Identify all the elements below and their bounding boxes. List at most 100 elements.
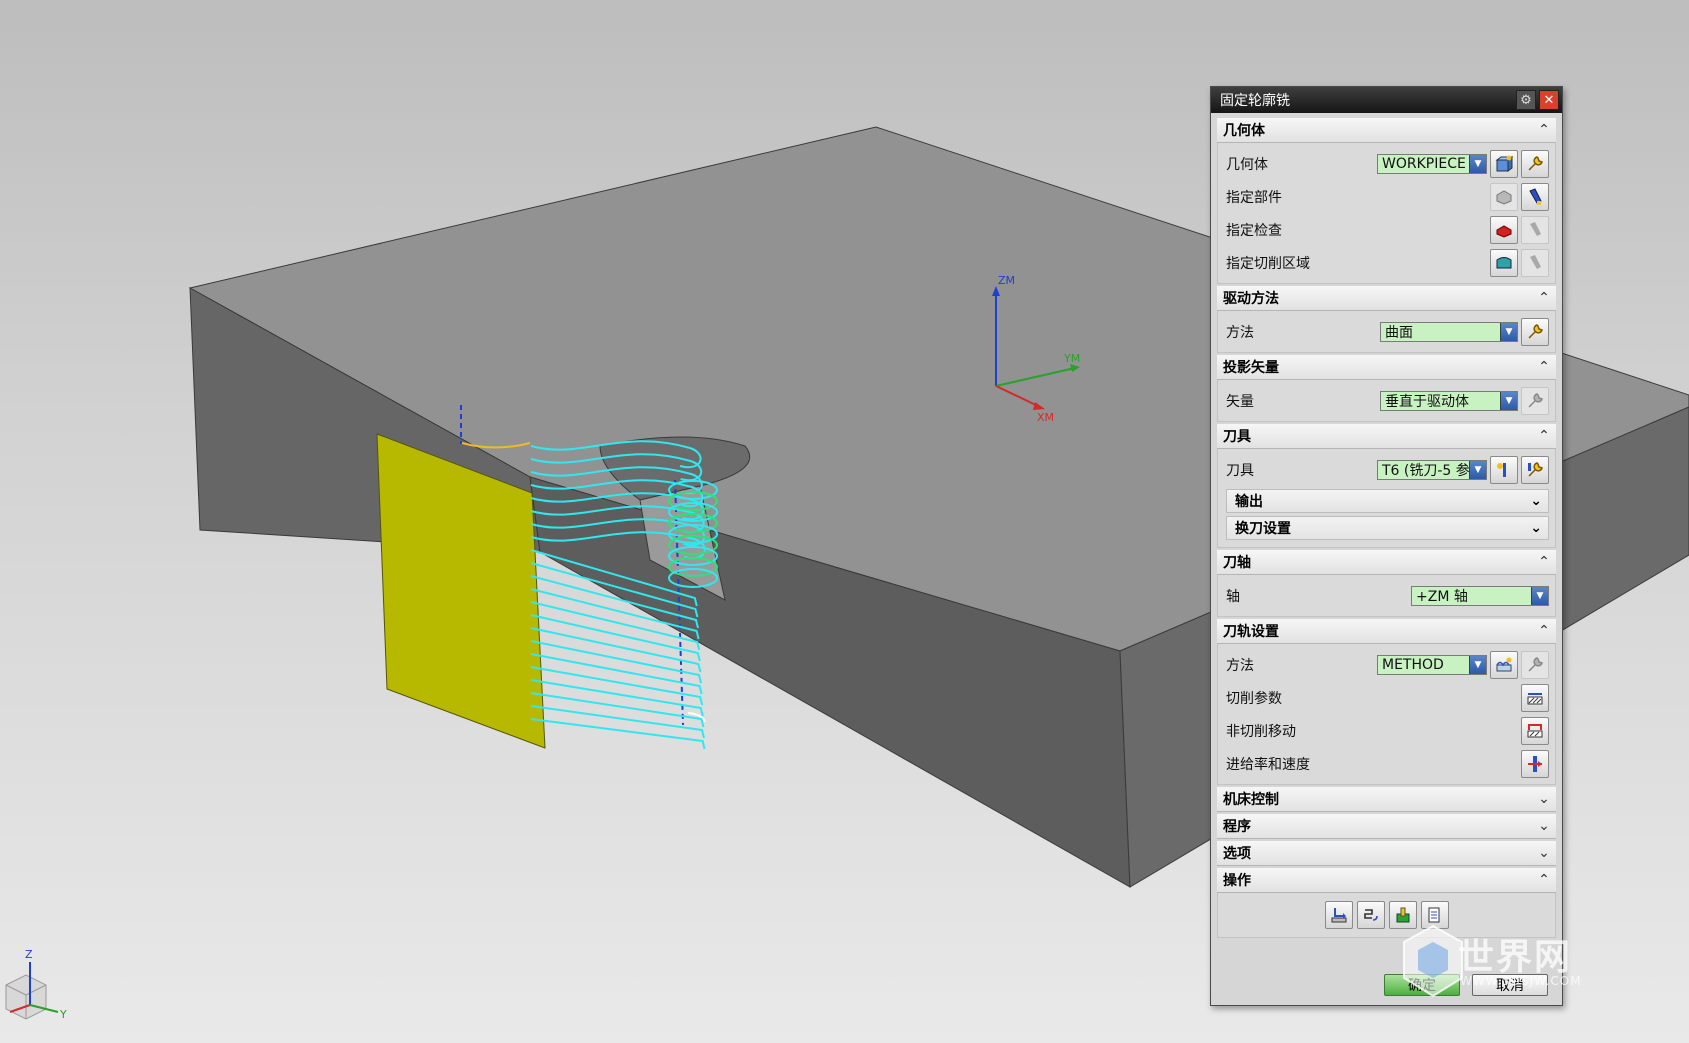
section-axis-body: 轴 +ZM 轴 ▼ xyxy=(1217,575,1556,617)
toolpath-pass xyxy=(530,718,706,750)
chevron-up-icon: ⌃ xyxy=(1538,872,1550,888)
vector-label: 矢量 xyxy=(1226,393,1254,410)
cut-params-icon[interactable] xyxy=(1521,683,1549,712)
section-title: 选项 xyxy=(1223,846,1251,862)
show-flashlight-icon[interactable] xyxy=(1521,215,1549,244)
section-projection-body: 矢量 垂直于驱动体 ▼ xyxy=(1217,380,1556,422)
section-tool-header[interactable]: 刀具 ⌃ xyxy=(1217,424,1556,449)
axis-label: 轴 xyxy=(1226,588,1240,605)
chevron-down-icon: ▼ xyxy=(1500,322,1517,341)
ok-button[interactable]: 确定 xyxy=(1384,974,1460,996)
drive-method-value: 曲面 xyxy=(1385,324,1413,341)
dialog-title-bar[interactable]: 固定轮廓铣 ⚙ ✕ xyxy=(1211,87,1562,113)
geometry-label: 几何体 xyxy=(1226,156,1268,173)
section-projection-header[interactable]: 投影矢量 ⌃ xyxy=(1217,355,1556,380)
chevron-down-icon: ▼ xyxy=(1469,460,1486,479)
drive-method-label: 方法 xyxy=(1226,324,1254,341)
non-cut-moves-label: 非切削移动 xyxy=(1226,723,1296,740)
vector-dropdown[interactable]: 垂直于驱动体 ▼ xyxy=(1380,390,1518,411)
specify-cut-area-row: 指定切削区域 xyxy=(1226,246,1549,279)
edit-tool-icon[interactable] xyxy=(1521,455,1549,484)
section-title: 驱动方法 xyxy=(1223,291,1279,307)
new-tool-icon[interactable] xyxy=(1490,455,1518,484)
output-label: 输出 xyxy=(1235,494,1263,510)
section-title: 程序 xyxy=(1223,819,1251,835)
section-actions-body xyxy=(1217,893,1556,938)
chevron-up-icon: ⌃ xyxy=(1538,122,1550,138)
section-geometry-header[interactable]: 几何体 ⌃ xyxy=(1217,118,1556,143)
axis-dropdown[interactable]: +ZM 轴 ▼ xyxy=(1411,585,1549,606)
select-check-icon[interactable] xyxy=(1490,215,1518,244)
section-geometry-body: 几何体 WORKPIECE ▼ 指定部件 指定检查 指定切削区域 xyxy=(1217,143,1556,284)
chevron-down-icon: ▼ xyxy=(1469,655,1486,674)
section-title: 刀具 xyxy=(1223,429,1251,445)
specify-check-row: 指定检查 xyxy=(1226,213,1549,246)
tool-change-label: 换刀设置 xyxy=(1235,521,1291,537)
geometry-dropdown[interactable]: WORKPIECE ▼ xyxy=(1377,153,1487,174)
select-cut-area-icon[interactable] xyxy=(1490,248,1518,277)
feeds-speeds-icon[interactable] xyxy=(1521,749,1549,778)
settings-gear-icon[interactable]: ⚙ xyxy=(1516,90,1536,110)
cancel-button[interactable]: 取消 xyxy=(1472,974,1548,996)
show-flashlight-icon[interactable] xyxy=(1521,182,1549,211)
output-group[interactable]: 输出 ⌄ xyxy=(1226,489,1549,513)
replay-icon[interactable] xyxy=(1356,901,1385,929)
chevron-down-icon: ⌄ xyxy=(1530,493,1542,509)
chevron-up-icon: ⌃ xyxy=(1538,554,1550,570)
edit-wrench-icon[interactable] xyxy=(1521,149,1549,178)
feeds-speeds-label: 进给率和速度 xyxy=(1226,756,1310,773)
feeds-speeds-row: 进给率和速度 xyxy=(1226,747,1549,780)
edit-wrench-icon[interactable] xyxy=(1521,650,1549,679)
section-title: 操作 xyxy=(1223,873,1251,889)
non-cut-moves-icon[interactable] xyxy=(1521,716,1549,745)
chevron-down-icon: ⌄ xyxy=(1538,818,1550,834)
generate-icon[interactable] xyxy=(1324,901,1353,929)
specify-part-row: 指定部件 xyxy=(1226,180,1549,213)
chevron-down-icon: ▼ xyxy=(1469,154,1486,173)
section-title: 几何体 xyxy=(1223,123,1265,139)
drive-method-row: 方法 曲面 ▼ xyxy=(1226,315,1549,348)
vector-value: 垂直于驱动体 xyxy=(1385,393,1469,410)
path-method-row: 方法 METHOD ▼ xyxy=(1226,648,1549,681)
section-axis-header[interactable]: 刀轴 ⌃ xyxy=(1217,550,1556,575)
chevron-down-icon: ▼ xyxy=(1500,391,1517,410)
verify-icon[interactable] xyxy=(1388,901,1417,929)
specify-check-label: 指定检查 xyxy=(1226,222,1282,239)
chevron-down-icon: ⌄ xyxy=(1530,520,1542,536)
new-geometry-icon[interactable] xyxy=(1490,149,1518,178)
section-tool-body: 刀具 T6 (铣刀-5 参 ▼ 输出 ⌄ 换刀设置 ⌄ xyxy=(1217,449,1556,548)
cut-params-label: 切削参数 xyxy=(1226,690,1282,707)
wcs-ym-label: YM xyxy=(1063,352,1080,365)
section-options-header[interactable]: 选项 ⌄ xyxy=(1217,841,1556,866)
axis-row: 轴 +ZM 轴 ▼ xyxy=(1226,579,1549,612)
section-path-settings-header[interactable]: 刀轨设置 ⌃ xyxy=(1217,619,1556,644)
tool-change-group[interactable]: 换刀设置 ⌄ xyxy=(1226,516,1549,540)
section-program-header[interactable]: 程序 ⌄ xyxy=(1217,814,1556,839)
edit-wrench-icon[interactable] xyxy=(1521,386,1549,415)
cut-params-row: 切削参数 xyxy=(1226,681,1549,714)
list-icon[interactable] xyxy=(1420,901,1449,929)
section-title: 刀轨设置 xyxy=(1223,624,1279,640)
section-title: 投影矢量 xyxy=(1223,360,1279,376)
tool-value: T6 (铣刀-5 参 xyxy=(1382,462,1469,479)
show-flashlight-icon[interactable] xyxy=(1521,248,1549,277)
drive-method-dropdown[interactable]: 曲面 ▼ xyxy=(1380,321,1518,342)
section-drive-header[interactable]: 驱动方法 ⌃ xyxy=(1217,286,1556,311)
specify-cut-area-label: 指定切削区域 xyxy=(1226,255,1310,272)
select-part-icon[interactable] xyxy=(1490,182,1518,211)
chevron-up-icon: ⌃ xyxy=(1538,359,1550,375)
chevron-up-icon: ⌃ xyxy=(1538,428,1550,444)
tool-row: 刀具 T6 (铣刀-5 参 ▼ xyxy=(1226,453,1549,486)
specify-part-label: 指定部件 xyxy=(1226,189,1282,206)
path-method-dropdown[interactable]: METHOD ▼ xyxy=(1377,654,1487,675)
close-icon[interactable]: ✕ xyxy=(1539,90,1559,110)
triad-y-label: Y xyxy=(59,1008,67,1021)
section-title: 刀轴 xyxy=(1223,555,1251,571)
section-actions-header[interactable]: 操作 ⌃ xyxy=(1217,868,1556,893)
tool-dropdown[interactable]: T6 (铣刀-5 参 ▼ xyxy=(1377,459,1487,480)
view-triad: Z Y xyxy=(5,948,67,1021)
section-machine-control-header[interactable]: 机床控制 ⌄ xyxy=(1217,787,1556,812)
chevron-down-icon: ⌄ xyxy=(1538,845,1550,861)
new-method-icon[interactable] xyxy=(1490,650,1518,679)
edit-wrench-icon[interactable] xyxy=(1521,317,1549,346)
